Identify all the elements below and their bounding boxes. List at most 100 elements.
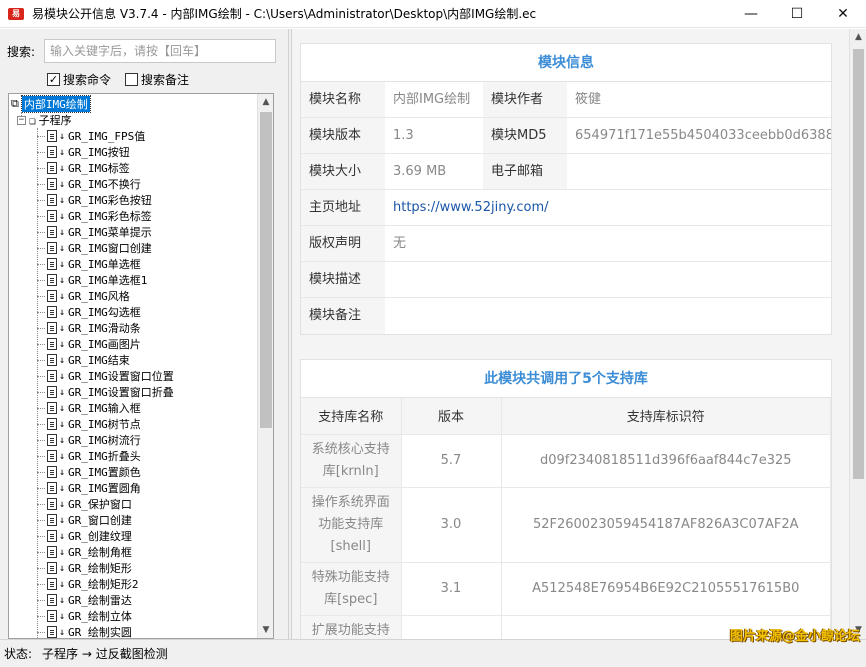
- table-row: 操作系统界面功能支持库[shell] 3.0 52F26002305945418…: [301, 487, 831, 563]
- tree-item[interactable]: ↓ GR_绘制矩形: [47, 560, 132, 576]
- tree-root-label[interactable]: 内部IMG绘制: [20, 95, 91, 113]
- tree-item-label: GR_绘制立体: [68, 610, 132, 623]
- tree-item[interactable]: ↓ GR_IMG滑动条: [47, 320, 141, 336]
- tree-item[interactable]: ↓ GR_IMG树节点: [47, 416, 141, 432]
- checkbox-unchecked-icon[interactable]: [125, 73, 139, 86]
- watermark: 图片来源@金小鲸论坛: [729, 629, 860, 644]
- module-info-grid: 模块名称 内部IMG绘制 模块作者 筱健 模块版本 1.3 模块MD5 6549…: [301, 82, 831, 334]
- minimize-button[interactable]: —: [728, 0, 774, 28]
- tree-connector: [37, 408, 45, 409]
- info-value: 1.3: [385, 118, 483, 154]
- tree-item[interactable]: ↓ GR_IMG菜单提示: [47, 224, 152, 240]
- tree-connector: [37, 168, 45, 169]
- window-title: 易模块公开信息 V3.7.4 - 内部IMG绘制 - C:\Users\Admi…: [32, 7, 537, 21]
- tree-item[interactable]: ↓ GR_绘制矩形2: [47, 576, 139, 592]
- arrow-down-icon: ↓: [59, 418, 66, 430]
- homepage-link[interactable]: https://www.52jiny.com/: [385, 190, 831, 226]
- module-icon: ⧉: [11, 97, 19, 110]
- tree-scrollbar[interactable]: ▲ ▼: [257, 94, 273, 638]
- tree-connector: [37, 392, 45, 393]
- tree-item[interactable]: ↓ GR_IMG彩色按钮: [47, 192, 152, 208]
- scroll-up-icon[interactable]: ▲: [850, 29, 866, 46]
- subroutine-icon: [47, 290, 57, 302]
- module-tree[interactable]: ⧉ 内部IMG绘制 − ❏ 子程序 ↓ GR_IMG_FPS值 ↓ GR_IMG按钮 ↓…: [8, 93, 274, 639]
- scroll-thumb[interactable]: [260, 112, 272, 428]
- tree-root[interactable]: ⧉ 内部IMG绘制: [11, 95, 91, 113]
- info-key: 模块MD5: [483, 118, 567, 154]
- info-value: 内部IMG绘制: [385, 82, 483, 118]
- tree-item-label: GR_绘制矩形2: [68, 578, 139, 591]
- table-header-row: 支持库名称 版本 支持库标识符: [301, 398, 831, 435]
- search-commands-label: 搜索命令: [63, 73, 112, 87]
- info-key: 电子邮箱: [483, 154, 567, 190]
- tree-item[interactable]: ↓ GR_IMG画图片: [47, 336, 141, 352]
- subroutine-icon: [47, 434, 57, 446]
- subroutine-icon: [47, 546, 57, 558]
- tree-item-label: GR_IMG置颜色: [68, 466, 141, 479]
- libraries-card: 此模块共调用了5个支持库 支持库名称 版本 支持库标识符 系统核心支持库[krn…: [300, 359, 832, 639]
- tree-item-label: GR_绘制角框: [68, 546, 132, 559]
- tree-connector: [37, 488, 45, 489]
- tree-item[interactable]: ↓ GR_IMG彩色标签: [47, 208, 152, 224]
- title-bar: 易 易模块公开信息 V3.7.4 - 内部IMG绘制 - C:\Users\Ad…: [0, 0, 866, 28]
- checkbox-checked-icon[interactable]: ✓: [47, 73, 60, 86]
- tree-group[interactable]: − ❏ 子程序: [17, 112, 72, 128]
- library-version: 3.0: [401, 487, 502, 563]
- scroll-down-icon[interactable]: ▼: [258, 622, 273, 638]
- scroll-up-icon[interactable]: ▲: [258, 94, 273, 110]
- subroutine-icon: [47, 450, 57, 462]
- tree-connector: [37, 520, 45, 521]
- tree-item[interactable]: ↓ GR_IMG输入框: [47, 400, 141, 416]
- scroll-thumb[interactable]: [853, 49, 864, 479]
- tree-item[interactable]: ↓ GR_绘制立体: [47, 608, 132, 624]
- search-row: 搜索:: [0, 39, 288, 63]
- collapse-icon[interactable]: −: [17, 115, 26, 125]
- info-key: 模块大小: [301, 154, 385, 190]
- tree-item[interactable]: ↓ GR_IMG设置窗口折叠: [47, 384, 174, 400]
- tree-item[interactable]: ↓ GR_IMG单选框1: [47, 272, 147, 288]
- search-commands-option[interactable]: ✓ 搜索命令: [47, 71, 111, 88]
- tree-item[interactable]: ↓ GR_创建纹理: [47, 528, 132, 544]
- tree-item[interactable]: ↓ GR_绘制雷达: [47, 592, 132, 608]
- table-row: 特殊功能支持库[spec] 3.1 A512548E76954B6E92C210…: [301, 562, 831, 616]
- libraries-title: 此模块共调用了5个支持库: [301, 360, 831, 398]
- tree-item[interactable]: ↓ GR_IMG_FPS值: [47, 128, 145, 144]
- tree-item[interactable]: ↓ GR_IMG勾选框: [47, 304, 141, 320]
- tree-item-label: GR_IMG单选框1: [68, 274, 148, 287]
- close-button[interactable]: ✕: [820, 0, 866, 28]
- tree-item[interactable]: ↓ GR_IMG单选框: [47, 256, 141, 272]
- tree-item[interactable]: ↓ GR_IMG置圆角: [47, 480, 141, 496]
- tree-item[interactable]: ↓ GR_绘制角框: [47, 544, 132, 560]
- tree-item[interactable]: ↓ GR_IMG按钮: [47, 144, 130, 160]
- tree-item[interactable]: ↓ GR_IMG置颜色: [47, 464, 141, 480]
- tree-item[interactable]: ↓ GR_窗口创建: [47, 512, 132, 528]
- search-remarks-option[interactable]: 搜索备注: [125, 71, 189, 88]
- tree-connector: [37, 456, 45, 457]
- tree-item-label: GR_IMG风格: [68, 290, 130, 303]
- tree-item-label: GR_IMG树节点: [68, 418, 141, 431]
- subroutine-icon: [47, 242, 57, 254]
- maximize-button[interactable]: ☐: [774, 0, 820, 28]
- tree-item[interactable]: ↓ GR_IMG折叠头: [47, 448, 141, 464]
- tree-item[interactable]: ↓ GR_IMG设置窗口位置: [47, 368, 174, 384]
- tree-item[interactable]: ↓ GR_IMG树流行: [47, 432, 141, 448]
- info-value: 654971f171e55b4504033ceebb0d6388: [567, 118, 831, 154]
- subroutine-icon: [47, 386, 57, 398]
- tree-item[interactable]: ↓ GR_保护窗口: [47, 496, 132, 512]
- library-name: 系统核心支持库[krnln]: [301, 434, 402, 488]
- arrow-down-icon: ↓: [59, 130, 66, 142]
- tree-connector: [37, 616, 45, 617]
- tree-item[interactable]: ↓ GR_IMG不换行: [47, 176, 141, 192]
- tree-item[interactable]: ↓ GR_IMG结束: [47, 352, 130, 368]
- tree-item[interactable]: ↓ GR_绘制实圆: [47, 624, 132, 638]
- content-scrollbar[interactable]: ▲ ▼: [849, 29, 866, 639]
- search-options: ✓ 搜索命令 搜索备注: [47, 71, 189, 88]
- tree-item[interactable]: ↓ GR_IMG标签: [47, 160, 130, 176]
- tree-item[interactable]: ↓ GR_IMG风格: [47, 288, 130, 304]
- tree-connector: [37, 440, 45, 441]
- arrow-down-icon: ↓: [59, 290, 66, 302]
- tree-item[interactable]: ↓ GR_IMG窗口创建: [47, 240, 152, 256]
- search-input[interactable]: [44, 39, 276, 63]
- subroutine-icon: [47, 194, 57, 206]
- info-key: 模块备注: [301, 298, 385, 334]
